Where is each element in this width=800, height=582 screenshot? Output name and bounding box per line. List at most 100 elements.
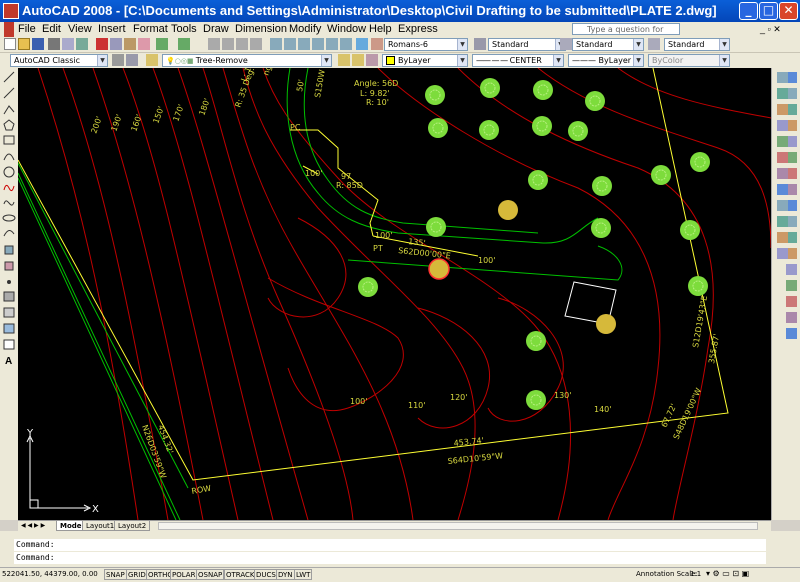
- menu-insert[interactable]: Insert: [98, 22, 126, 37]
- calculator-icon[interactable]: [340, 38, 352, 50]
- tab-layout1[interactable]: Layout1: [82, 521, 119, 531]
- dyn-toggle[interactable]: DYN: [276, 569, 295, 580]
- publish-icon[interactable]: [76, 38, 88, 50]
- multileader-style-icon[interactable]: [648, 38, 660, 50]
- make-object-layer-current-icon[interactable]: [338, 54, 350, 66]
- zoom-realtime-icon[interactable]: [222, 38, 234, 50]
- menu-modify[interactable]: Modify: [289, 22, 321, 37]
- tree-symbol: [591, 218, 611, 238]
- tree-symbol: [680, 220, 700, 240]
- close-button[interactable]: ✕: [779, 2, 798, 20]
- otrack-toggle[interactable]: OTRACK: [224, 569, 257, 580]
- lwt-toggle[interactable]: LWT: [294, 569, 313, 580]
- paste-icon[interactable]: [124, 38, 136, 50]
- tab-layout2[interactable]: Layout2: [114, 521, 151, 531]
- menu-edit[interactable]: Edit: [42, 22, 61, 37]
- grid-toggle[interactable]: GRID: [126, 569, 148, 580]
- dim-style-dropdown[interactable]: Standard▼: [488, 38, 566, 51]
- layer-previous-icon[interactable]: [352, 54, 364, 66]
- minimize-button[interactable]: _: [739, 2, 758, 20]
- color-dropdown[interactable]: ByLayer ▼: [382, 54, 468, 67]
- snap-toggle[interactable]: SNAP: [104, 569, 127, 580]
- menu-tools[interactable]: Tools: [171, 22, 197, 37]
- menu-dimension[interactable]: Dimension: [235, 22, 287, 37]
- zoom-previous-icon[interactable]: [250, 38, 262, 50]
- layer-states-icon[interactable]: [366, 54, 378, 66]
- horizontal-scrollbar[interactable]: [158, 522, 758, 530]
- contour-label-130: 130': [554, 391, 571, 400]
- drawing-svg[interactable]: Angle: 56D L: 9.82' R: 10' ngle: 23Dc L:…: [18, 68, 771, 520]
- help-search-input[interactable]: Type a question for help: [572, 23, 680, 46]
- table-style-icon[interactable]: [560, 38, 572, 50]
- menu-help[interactable]: Help: [369, 22, 392, 37]
- arc-icon: [3, 153, 15, 161]
- designcenter-icon[interactable]: [284, 38, 296, 50]
- lineweight-dropdown[interactable]: ——— ByLayer ▼: [568, 54, 644, 67]
- layer-properties-icon[interactable]: [146, 54, 158, 66]
- menu-view[interactable]: View: [68, 22, 92, 37]
- dim-style-icon[interactable]: [474, 38, 486, 50]
- document-icon[interactable]: [4, 22, 14, 37]
- preview-icon[interactable]: [62, 38, 74, 50]
- new-icon[interactable]: [4, 38, 16, 50]
- osnap-toggle[interactable]: OSNAP: [196, 569, 225, 580]
- b100c-label: 100': [478, 256, 495, 265]
- menu-format[interactable]: Format: [133, 22, 168, 37]
- copy-icon[interactable]: [110, 38, 122, 50]
- undo-icon[interactable]: [156, 38, 168, 50]
- annotation-scale-value[interactable]: 1:1: [690, 570, 701, 578]
- cut-icon[interactable]: [96, 38, 108, 50]
- region-icon: [3, 323, 15, 334]
- dist-right-label: 355.87': [707, 333, 721, 364]
- command-input-line[interactable]: Command:: [14, 552, 766, 564]
- multileader-style-dropdown[interactable]: Standard ▼: [664, 38, 730, 51]
- save-icon[interactable]: [32, 38, 44, 50]
- menu-window[interactable]: Window: [327, 22, 366, 37]
- zoom-window-icon[interactable]: [236, 38, 248, 50]
- menu-bar: File Edit View Insert Format Tools Draw …: [0, 22, 800, 46]
- workspace-save-icon[interactable]: [126, 54, 138, 66]
- ucs-icon: [26, 434, 92, 512]
- tree-symbol: [592, 176, 612, 196]
- menu-express[interactable]: Express: [398, 22, 438, 37]
- doc-window-controls[interactable]: _ ▫ ✕: [760, 22, 781, 37]
- pan-icon[interactable]: [208, 38, 220, 50]
- status-tray-icons[interactable]: ▾ ⚙ ▭ ⊡ ▣: [706, 569, 749, 578]
- workspace-settings-icon[interactable]: [112, 54, 124, 66]
- autocad-app-icon[interactable]: [3, 3, 19, 19]
- redo-icon[interactable]: [178, 38, 190, 50]
- area-icon: [777, 232, 788, 243]
- properties-icon[interactable]: [270, 38, 282, 50]
- polar-toggle[interactable]: POLAR: [170, 569, 198, 580]
- tab-scroll-arrows[interactable]: ◀ ◀ ▶ ▶: [18, 521, 49, 531]
- matchprop-icon[interactable]: [138, 38, 150, 50]
- text-style-icon[interactable]: [371, 38, 383, 50]
- help-icon[interactable]: [356, 38, 368, 50]
- toolpalettes-icon[interactable]: [298, 38, 310, 50]
- open-icon[interactable]: [18, 38, 30, 50]
- contour-line: [222, 68, 414, 520]
- b100a-label: 100': [305, 169, 322, 178]
- sheetset-icon[interactable]: [312, 38, 324, 50]
- row-label: ROW: [191, 484, 212, 496]
- tree-symbol: [533, 80, 553, 100]
- draworder-under-icon: [777, 120, 788, 131]
- plotstyle-dropdown[interactable]: ByColor ▼: [648, 54, 730, 67]
- color-swatch: [386, 56, 395, 65]
- coordinates-readout[interactable]: 522041.50, 44379.00, 0.00: [2, 570, 98, 578]
- maximize-button[interactable]: □: [759, 2, 778, 20]
- linetype-dropdown[interactable]: —— — — CENTER ▼: [472, 54, 564, 67]
- plot-icon[interactable]: [48, 38, 60, 50]
- menu-draw[interactable]: Draw: [203, 22, 229, 37]
- menu-file[interactable]: File: [18, 22, 36, 37]
- drawing-canvas[interactable]: Angle: 56D L: 9.82' R: 10' ngle: 23Dc L:…: [18, 68, 771, 520]
- layer-dropdown[interactable]: 💡○◎■ Tree-Remove ▼: [162, 54, 332, 67]
- draw-toolbar-icons: A: [2, 71, 16, 367]
- contour-line: [487, 297, 564, 422]
- tree-symbol: [690, 152, 710, 172]
- ducs-toggle[interactable]: DUCS: [254, 569, 278, 580]
- table-style-dropdown[interactable]: Standard ▼: [572, 38, 644, 51]
- text-style-dropdown[interactable]: Romans-6 ▼: [384, 38, 468, 51]
- workspace-dropdown[interactable]: AutoCAD Classic ▼: [10, 54, 108, 67]
- markup-icon[interactable]: [326, 38, 338, 50]
